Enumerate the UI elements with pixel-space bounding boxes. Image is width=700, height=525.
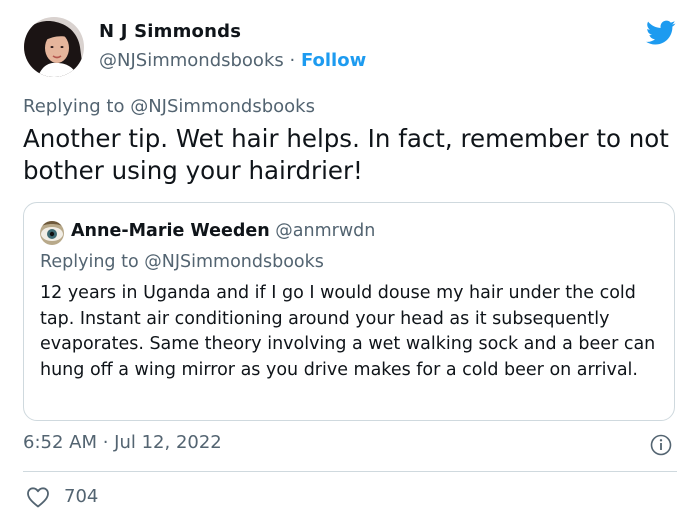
author-handle-row: @NJSimmondsbooks · Follow: [99, 50, 366, 71]
quoted-author-handle[interactable]: @anmrwdn: [275, 221, 375, 241]
author-name[interactable]: N J Simmonds: [99, 21, 241, 42]
tweet-text: Another tip. Wet hair helps. In fact, re…: [23, 124, 669, 185]
reply-handle-link[interactable]: @NJSimmondsbooks: [130, 96, 315, 117]
quoted-tweet[interactable]: Anne-Marie Weeden @anmrwdn Replying to @…: [23, 202, 675, 421]
author-avatar[interactable]: [24, 17, 84, 77]
reply-prefix: Replying to: [23, 96, 125, 117]
quoted-author-avatar: [40, 221, 64, 245]
handle-separator: ·: [289, 50, 296, 71]
like-count: 704: [64, 486, 99, 507]
author-handle[interactable]: @NJSimmondsbooks: [99, 50, 284, 71]
quoted-reply-prefix: Replying to: [40, 252, 139, 272]
quoted-tweet-text: 12 years in Uganda and if I go I would d…: [40, 283, 656, 380]
tweet-timestamp[interactable]: 6:52 AM · Jul 12, 2022: [23, 432, 222, 453]
info-icon[interactable]: [650, 434, 672, 456]
quoted-author-name[interactable]: Anne-Marie Weeden: [71, 221, 270, 241]
follow-button[interactable]: Follow: [301, 50, 366, 71]
heart-icon[interactable]: [26, 486, 50, 508]
twitter-bird-icon[interactable]: [646, 20, 676, 46]
quoted-reply-context: Replying to @NJSimmondsbooks: [40, 252, 324, 272]
quoted-reply-handle[interactable]: @NJSimmondsbooks: [144, 252, 324, 272]
reply-context: Replying to @NJSimmondsbooks: [23, 96, 315, 117]
quoted-header: Anne-Marie Weeden @anmrwdn: [71, 221, 375, 241]
divider: [23, 471, 677, 472]
